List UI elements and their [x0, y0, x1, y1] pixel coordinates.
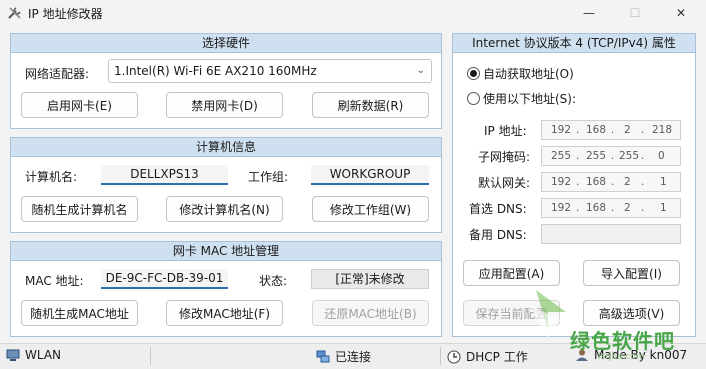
ipv4-group-header: Internet 协议版本 4 (TCP/IPv4) 属性 — [453, 34, 695, 53]
dhcp-icon — [447, 350, 461, 363]
random-mac-button[interactable]: 随机生成MAC地址 — [21, 300, 138, 326]
computer-name-label: 计算机名: — [25, 170, 78, 184]
hardware-group-header: 选择硬件 — [11, 34, 441, 53]
workgroup-field[interactable]: WORKGROUP — [311, 165, 429, 185]
manual-address-radio[interactable] — [467, 92, 480, 105]
title-bar: IP 地址修改器 — ☐ ✕ — [0, 0, 706, 26]
auto-address-label[interactable]: 自动获取地址(O) — [483, 65, 574, 82]
maximize-button[interactable]: ☐ — [612, 0, 658, 26]
close-button[interactable]: ✕ — [658, 0, 704, 26]
workgroup-label: 工作组: — [248, 170, 289, 184]
status-connection: 已连接 — [316, 348, 371, 365]
disable-adapter-button[interactable]: 禁用网卡(D) — [166, 92, 283, 118]
preferred-dns-label: 首选 DNS: — [469, 202, 527, 216]
status-adapter: WLAN — [6, 348, 61, 362]
refresh-data-button[interactable]: 刷新数据(R) — [312, 92, 429, 118]
subnet-mask-label: 子网掩码: — [478, 150, 531, 164]
watermark-url: lsrjba.com — [598, 352, 645, 362]
status-divider — [440, 347, 441, 365]
hardware-group: 选择硬件 网络适配器: 1.Intel(R) Wi-Fi 6E AX210 16… — [10, 33, 442, 129]
computer-name-field[interactable]: DELLXPS13 — [101, 165, 228, 185]
mac-status-value: [正常]未修改 — [311, 269, 429, 289]
enable-adapter-button[interactable]: 启用网卡(E) — [21, 92, 138, 118]
status-adapter-text: WLAN — [25, 348, 62, 362]
manual-address-label[interactable]: 使用以下地址(S): — [483, 90, 576, 107]
restore-mac-button[interactable]: 还原MAC地址(B) — [312, 300, 429, 326]
modify-workgroup-button[interactable]: 修改工作组(W) — [312, 196, 429, 222]
adapter-select[interactable]: 1.Intel(R) Wi-Fi 6E AX210 160MHz ⌄ — [108, 59, 432, 83]
adapter-label: 网络适配器: — [25, 67, 90, 81]
minimize-button[interactable]: — — [566, 0, 612, 26]
mac-address-label: MAC 地址: — [25, 274, 84, 288]
random-computer-name-button[interactable]: 随机生成计算机名 — [21, 196, 138, 222]
mac-address-field[interactable]: DE-9C-FC-DB-39-01 — [101, 269, 228, 289]
subnet-mask-field[interactable]: 255. 255. 255. 0 — [541, 146, 681, 166]
modify-computer-name-button[interactable]: 修改计算机名(N) — [166, 196, 283, 222]
ip-address-field[interactable]: 192. 168. 2. 218 — [541, 120, 681, 140]
status-connection-text: 已连接 — [335, 350, 372, 364]
status-mode: DHCP 工作 — [447, 348, 528, 365]
connection-icon — [316, 350, 330, 362]
mac-status-label: 状态: — [259, 274, 288, 288]
alternate-dns-label: 备用 DNS: — [469, 228, 527, 242]
computer-group: 计算机信息 计算机名: DELLXPS13 工作组: WORKGROUP 随机生… — [10, 137, 442, 233]
mac-group: 网卡 MAC 地址管理 MAC 地址: DE-9C-FC-DB-39-01 状态… — [10, 241, 442, 337]
window-title: IP 地址修改器 — [28, 7, 103, 21]
preferred-dns-field[interactable]: 192. 168. 2. 1 — [541, 198, 681, 218]
status-divider — [150, 347, 151, 365]
tools-icon — [8, 7, 21, 19]
computer-group-header: 计算机信息 — [11, 138, 441, 157]
adapter-select-value: 1.Intel(R) Wi-Fi 6E AX210 160MHz — [114, 64, 317, 78]
alternate-dns-field[interactable] — [541, 224, 681, 244]
apply-config-button[interactable]: 应用配置(A) — [463, 260, 560, 286]
auto-address-radio[interactable] — [467, 67, 480, 80]
gateway-field[interactable]: 192. 168. 2. 1 — [541, 172, 681, 192]
modify-mac-button[interactable]: 修改MAC地址(F) — [166, 300, 283, 326]
ip-address-label: IP 地址: — [484, 124, 527, 138]
mac-group-header: 网卡 MAC 地址管理 — [11, 242, 441, 261]
import-config-button[interactable]: 导入配置(I) — [583, 260, 680, 286]
gateway-label: 默认网关: — [478, 176, 531, 190]
chevron-down-icon: ⌄ — [416, 65, 425, 76]
network-icon — [6, 349, 20, 361]
watermark-text: 绿色软件吧 — [570, 329, 675, 353]
